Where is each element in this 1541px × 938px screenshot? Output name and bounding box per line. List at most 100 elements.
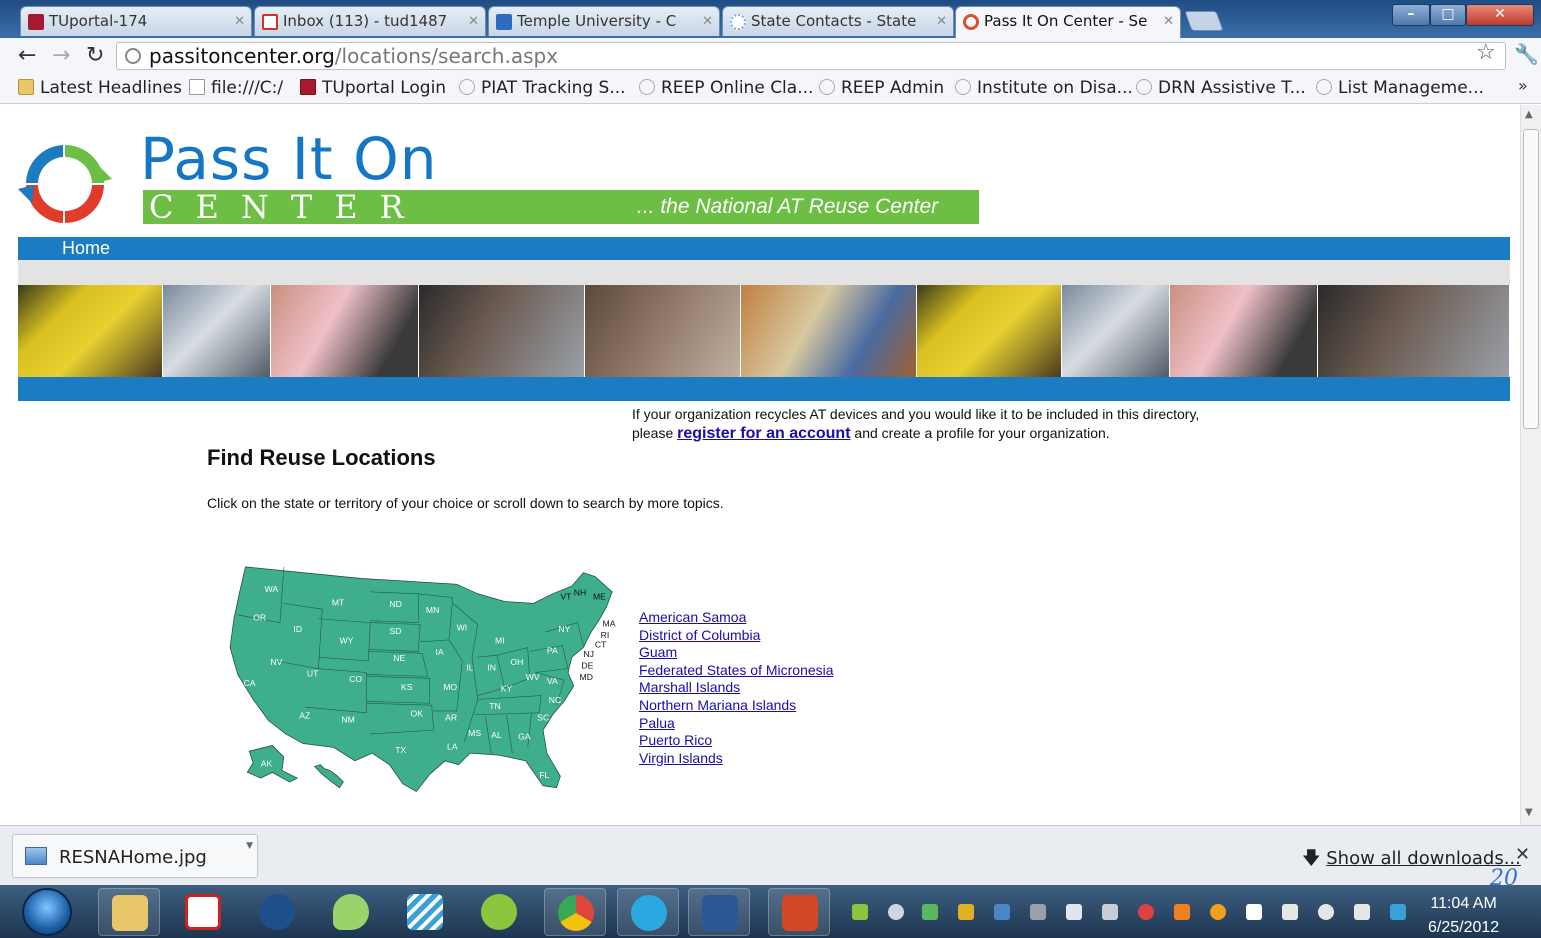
state-label-il[interactable]: IL — [466, 663, 473, 673]
state-label-de[interactable]: DE — [581, 661, 593, 671]
tab-inbox[interactable]: Inbox (113) - tud1487 ✕ — [254, 6, 486, 36]
window-close-button[interactable]: ✕ — [1466, 4, 1534, 26]
windows-start-button[interactable] — [22, 888, 72, 936]
territory-link-puerto-rico[interactable]: Puerto Rico — [639, 732, 834, 750]
new-tab-button[interactable] — [1184, 11, 1224, 31]
territory-link-guam[interactable]: Guam — [639, 644, 834, 662]
close-shelf-icon[interactable]: ✕ — [1515, 844, 1530, 865]
state-label-ny[interactable]: NY — [558, 624, 570, 634]
state-label-vt[interactable]: VT — [560, 592, 572, 602]
taskbar-green-a-app[interactable] — [468, 888, 530, 936]
tab-tuportal[interactable]: TUportal-174 ✕ — [20, 6, 252, 36]
bookmark-piat-tracking[interactable]: PIAT Tracking S... — [459, 78, 626, 98]
bookmark-star-icon[interactable]: ☆ — [1476, 40, 1496, 65]
bookmark-list-management[interactable]: List Manageme... — [1316, 78, 1484, 98]
state-label-md[interactable]: MD — [580, 672, 593, 682]
tab-close-icon[interactable]: ✕ — [936, 7, 947, 36]
page-info-icon[interactable] — [125, 48, 141, 64]
bookmark-reep-online[interactable]: REEP Online Cla... — [639, 78, 813, 98]
bookmark-institute-disability[interactable]: Institute on Disa... — [955, 78, 1133, 98]
state-label-ar[interactable]: AR — [445, 713, 457, 723]
taskbar-sailboat-app[interactable] — [246, 888, 308, 936]
tray-app-icon[interactable] — [958, 904, 974, 920]
territory-link-marshall-islands[interactable]: Marshall Islands — [639, 679, 834, 697]
state-label-nm[interactable]: NM — [341, 714, 354, 724]
tray-app-icon[interactable] — [1102, 904, 1118, 920]
territory-link-american-samoa[interactable]: American Samoa — [639, 609, 834, 627]
state-label-ok[interactable]: OK — [411, 709, 424, 719]
state-label-ks[interactable]: KS — [401, 682, 413, 692]
tray-app-icon[interactable] — [994, 904, 1010, 920]
state-label-sd[interactable]: SD — [389, 626, 401, 636]
volume-icon[interactable] — [1318, 904, 1334, 920]
state-label-nd[interactable]: ND — [389, 599, 401, 609]
bookmark-tuportal-login[interactable]: TUportal Login — [300, 78, 446, 98]
state-label-la[interactable]: LA — [447, 741, 458, 751]
state-label-ne[interactable]: NE — [393, 653, 405, 663]
state-label-co[interactable]: CO — [349, 674, 362, 684]
state-label-ut[interactable]: UT — [307, 668, 319, 678]
state-label-ga[interactable]: GA — [518, 732, 531, 742]
state-label-al[interactable]: AL — [491, 730, 502, 740]
state-label-nv[interactable]: NV — [270, 657, 282, 667]
state-label-mt[interactable]: MT — [332, 597, 345, 607]
taskbar-explorer[interactable] — [98, 888, 160, 936]
state-label-id[interactable]: ID — [293, 624, 302, 634]
state-label-wi[interactable]: WI — [457, 622, 468, 632]
page-scrollbar[interactable]: ▲ ▼ — [1520, 105, 1541, 825]
state-label-sc[interactable]: SC — [537, 713, 549, 723]
state-label-ca[interactable]: CA — [244, 678, 256, 688]
state-label-mi[interactable]: MI — [495, 636, 505, 646]
territory-link-district-of-columbia[interactable]: District of Columbia — [639, 627, 834, 645]
tray-app-icon[interactable] — [1030, 904, 1046, 920]
tab-temple-calendar[interactable]: Temple University - C ✕ — [488, 6, 720, 36]
state-label-ri[interactable]: RI — [601, 630, 610, 640]
maximize-button[interactable]: □ — [1430, 4, 1466, 26]
bookmark-file-c[interactable]: file:///C:/ — [189, 78, 283, 98]
state-label-ma[interactable]: MA — [603, 618, 616, 628]
reload-icon[interactable]: ↻ — [86, 44, 104, 68]
state-label-nh[interactable]: NH — [574, 588, 586, 598]
us-states-map[interactable]: WA OR CA ID NV MT WY UT AZ CO NM ND SD NE KS OK TX MN IA MO… — [218, 565, 630, 805]
state-label-or[interactable]: OR — [253, 613, 266, 623]
action-center-flag-icon[interactable] — [1246, 904, 1262, 920]
register-account-link[interactable]: register for an account — [677, 425, 850, 442]
state-label-va[interactable]: VA — [547, 676, 558, 686]
state-label-ct[interactable]: CT — [595, 640, 607, 650]
state-label-oh[interactable]: OH — [510, 657, 523, 667]
dropbox-icon[interactable] — [1390, 904, 1406, 920]
tab-close-icon[interactable]: ✕ — [702, 7, 713, 36]
forward-arrow-icon[interactable]: → — [52, 44, 70, 68]
bookmarks-overflow-chevron-icon[interactable]: » — [1518, 76, 1528, 95]
tray-update-icon[interactable] — [1210, 904, 1226, 920]
state-label-me[interactable]: ME — [593, 592, 606, 602]
taskbar-word[interactable] — [688, 888, 750, 936]
show-all-downloads-link[interactable]: 🡇 Show all downloads... — [1302, 846, 1521, 876]
bookmark-drn-assistive[interactable]: DRN Assistive T... — [1136, 78, 1306, 98]
taskbar-chrome[interactable] — [544, 888, 606, 936]
wrench-menu-icon[interactable]: 🔧 — [1514, 42, 1539, 66]
tray-app-icon[interactable] — [1138, 904, 1154, 920]
state-label-fl[interactable]: FL — [539, 770, 549, 780]
tray-app-icon[interactable] — [852, 904, 868, 920]
state-label-nj[interactable]: NJ — [583, 649, 594, 659]
state-label-ky[interactable]: KY — [501, 684, 513, 694]
state-label-tn[interactable]: TN — [489, 701, 501, 711]
tab-pass-it-on[interactable]: Pass It On Center - Se ✕ — [955, 6, 1181, 38]
state-label-ak[interactable]: AK — [261, 759, 273, 769]
state-label-wy[interactable]: WY — [340, 636, 354, 646]
state-label-mo[interactable]: MO — [443, 682, 457, 692]
address-bar[interactable]: passitoncenter.org/locations/search.aspx — [116, 42, 1506, 70]
territory-link-micronesia[interactable]: Federated States of Micronesia — [639, 662, 834, 680]
minimize-button[interactable]: – — [1392, 4, 1430, 26]
territory-link-northern-mariana-islands[interactable]: Northern Mariana Islands — [639, 697, 834, 715]
state-label-az[interactable]: AZ — [299, 711, 310, 721]
tab-close-icon[interactable]: ✕ — [468, 7, 479, 36]
taskbar-skype[interactable] — [617, 888, 679, 936]
state-label-mn[interactable]: MN — [426, 605, 439, 615]
network-icon[interactable] — [1354, 904, 1370, 920]
state-label-tx[interactable]: TX — [395, 745, 406, 755]
tab-close-icon[interactable]: ✕ — [234, 7, 245, 36]
state-label-hi[interactable]: HI — [338, 789, 347, 799]
nav-home-link[interactable]: Home — [62, 238, 110, 259]
